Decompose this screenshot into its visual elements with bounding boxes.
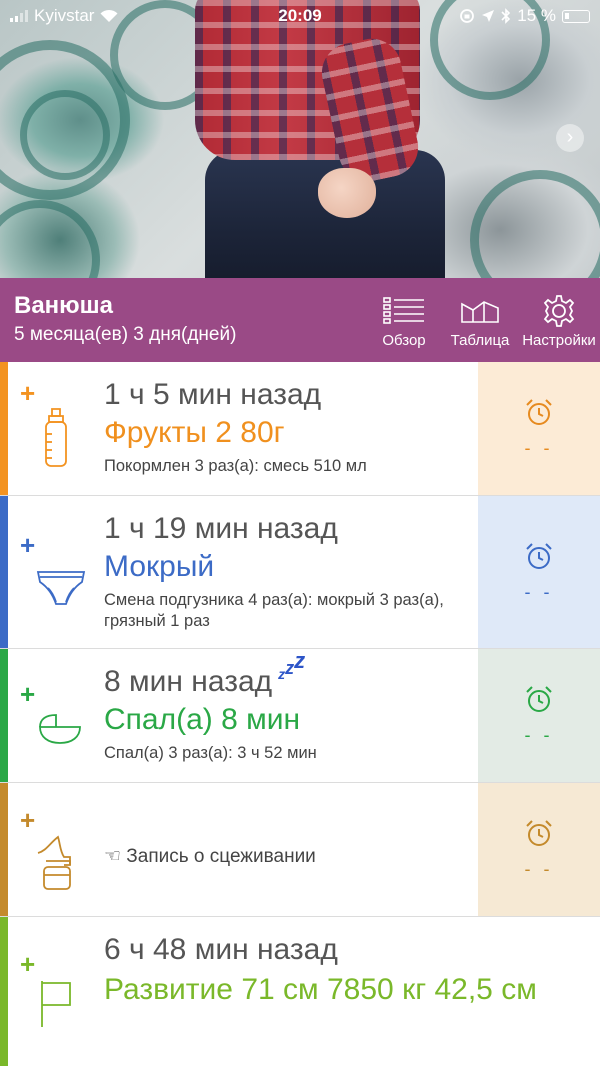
table-label: Таблица (450, 332, 510, 349)
feeding-title: Фрукты 2 80г (104, 416, 285, 449)
add-growth-button[interactable]: + (20, 949, 35, 980)
zzz-icon: zzz (278, 648, 306, 682)
profile-bar: Ванюша 5 месяца(ев) 3 дня(дней) Обзор Та… (0, 278, 600, 362)
feeding-alarm[interactable]: - - (478, 362, 600, 495)
wifi-icon (100, 9, 118, 22)
settings-label: Настройки (522, 332, 596, 349)
diaper-time-ago: 1 ч 19 мин назад (104, 512, 338, 545)
add-sleep-button[interactable]: + (20, 679, 35, 710)
baby-age: 5 месяца(ев) 3 дня(дней) (14, 324, 237, 345)
photo-jeans (205, 150, 445, 278)
settings-button[interactable]: Настройки (518, 292, 600, 349)
feeding-time-ago: 1 ч 5 мин назад (104, 378, 322, 411)
paisley-pattern (470, 170, 600, 278)
next-photo-button[interactable]: › (556, 124, 584, 152)
sleep-title: Спал(а) 8 мин (104, 703, 301, 736)
status-bar: Kyivstar 20:09 15 % (0, 0, 600, 32)
sleep-time-ago: 8 мин назад zzz (104, 648, 470, 699)
baby-name[interactable]: Ванюша (14, 292, 113, 320)
sleep-card[interactable]: + 8 мин назад zzz Спал(а) 8 мин Спал(а) 3… (0, 648, 600, 783)
battery-icon (562, 9, 590, 23)
pump-alarm-value: - - (524, 859, 554, 879)
profile-nav: Обзор Таблица Настройки (366, 292, 600, 349)
add-diaper-button[interactable]: + (20, 530, 35, 561)
feeding-card[interactable]: + 1 ч 5 мин назад Фрукты 2 80г Покормлен… (0, 362, 600, 496)
card-color-bar (0, 649, 8, 782)
bottle-icon (36, 406, 76, 475)
alarm-clock-icon (526, 686, 552, 712)
battery-percent: 15 % (517, 6, 556, 25)
breast-pump-icon (36, 835, 78, 896)
chart-area-icon (461, 301, 499, 323)
photo-hand (318, 168, 376, 218)
diaper-alarm-value: - - (524, 581, 554, 602)
growth-time-ago: 6 ч 48 мин назад (104, 933, 338, 966)
diaper-title: Мокрый (104, 550, 215, 583)
signal-icon (10, 10, 28, 22)
sleep-time-text: 8 мин назад (104, 665, 273, 698)
growth-title: Развитие 71 см 7850 кг 42,5 см (104, 973, 537, 1006)
alarm-clock-icon (526, 542, 552, 569)
overview-label: Обзор (382, 332, 426, 349)
sleep-detail: Спал(а) 3 раз(а): 3 ч 52 мин (104, 744, 317, 762)
diaper-icon (36, 568, 86, 613)
table-button[interactable]: Таблица (442, 292, 518, 349)
diaper-detail: Смена подгузника 4 раз(а): мокрый 3 раз(… (104, 591, 444, 630)
carrier-name: Kyivstar (34, 6, 95, 25)
sleep-alarm-value: - - (524, 725, 554, 745)
feeding-alarm-value: - - (524, 438, 554, 458)
diaper-card[interactable]: + 1 ч 19 мин назад Мокрый Смена подгузни… (0, 496, 600, 649)
bluetooth-icon (501, 8, 511, 24)
feeding-detail: Покормлен 3 раз(а): смесь 510 мл (104, 457, 367, 475)
status-time: 20:09 (278, 6, 322, 25)
card-color-bar (0, 362, 8, 495)
pump-card[interactable]: + ☜ Запись о сцеживании - - (0, 783, 600, 917)
add-pump-button[interactable]: + (20, 805, 35, 836)
growth-card[interactable]: + 6 ч 48 мин назад Развитие 71 см 7850 к… (0, 917, 600, 1066)
overview-button[interactable]: Обзор (366, 292, 442, 349)
alarm-clock-icon (526, 820, 552, 846)
card-color-bar (0, 496, 8, 648)
baby-photo[interactable] (0, 0, 600, 278)
card-color-bar (0, 783, 8, 916)
alarm-clock-icon (526, 399, 552, 425)
sleep-alarm[interactable]: - - (478, 649, 600, 782)
orientation-lock-icon (460, 9, 475, 23)
flag-icon (36, 979, 76, 1034)
pump-alarm[interactable]: - - (478, 783, 600, 916)
card-color-bar (0, 917, 8, 1066)
diaper-alarm[interactable]: - - (478, 496, 600, 648)
pump-hint[interactable]: ☜ Запись о сцеживании (104, 845, 470, 869)
add-feeding-button[interactable]: + (20, 378, 35, 409)
paisley-pattern (20, 90, 110, 180)
gear-icon (543, 295, 575, 327)
list-icon (383, 297, 424, 324)
location-icon (482, 10, 495, 22)
paisley-pattern (0, 200, 100, 278)
cradle-icon (36, 711, 84, 752)
